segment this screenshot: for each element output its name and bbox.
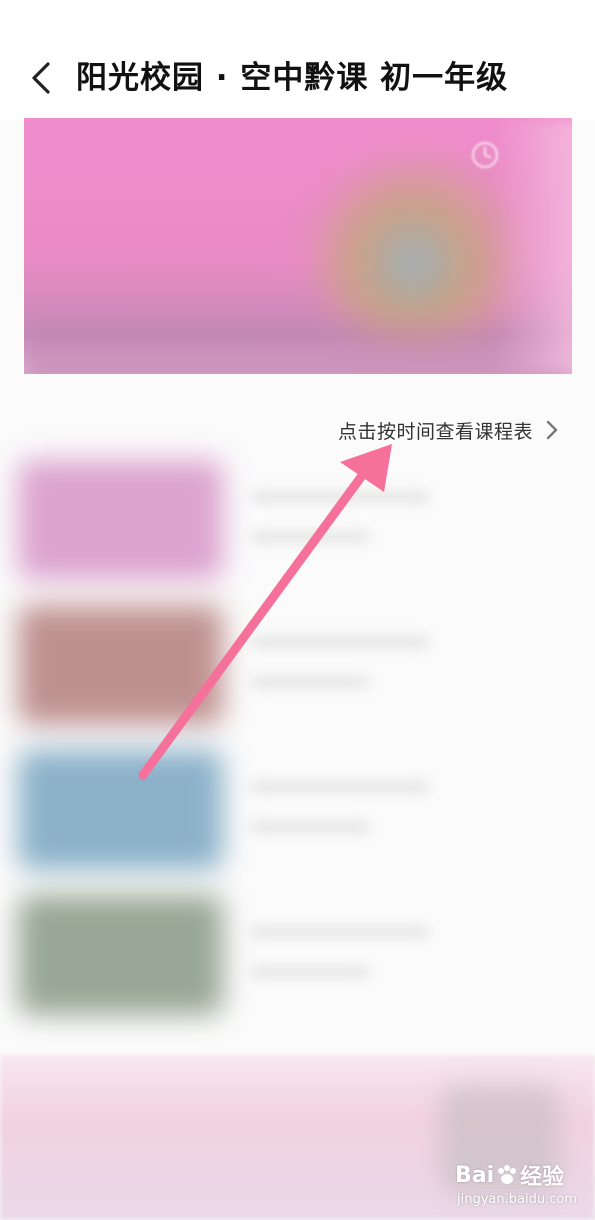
course-subtitle-placeholder xyxy=(250,530,370,544)
course-thumbnail xyxy=(18,750,223,870)
page-title: 阳光校园 · 空中黔课 初一年级 xyxy=(76,60,509,96)
list-item[interactable] xyxy=(0,740,595,880)
watermark-brand-right: 经验 xyxy=(520,1165,565,1190)
course-list xyxy=(0,450,595,1050)
course-title-placeholder xyxy=(250,490,430,504)
list-item[interactable] xyxy=(0,595,595,735)
course-thumbnail xyxy=(18,895,223,1015)
promo-banner[interactable] xyxy=(24,118,572,374)
paw-icon xyxy=(498,1165,517,1184)
watermark-logo: Bai 经验 xyxy=(455,1158,564,1192)
list-item[interactable] xyxy=(0,450,595,590)
course-thumbnail xyxy=(18,460,223,580)
course-title-placeholder xyxy=(250,925,430,939)
course-subtitle-placeholder xyxy=(250,965,370,979)
banner-edge xyxy=(494,118,572,374)
view-schedule-link[interactable]: 点击按时间查看课程表 xyxy=(338,414,561,446)
watermark-brand-left: Bai xyxy=(455,1162,495,1188)
course-subtitle-placeholder xyxy=(250,820,370,834)
back-button[interactable] xyxy=(22,58,62,98)
baidu-jingyan-watermark: Bai 经验 jingyan.baidu.com xyxy=(455,1158,577,1208)
app-header: 阳光校园 · 空中黔课 初一年级 xyxy=(0,0,595,120)
watermark-url: jingyan.baidu.com xyxy=(457,1192,577,1207)
clock-icon xyxy=(471,141,499,169)
course-title-placeholder xyxy=(250,635,430,649)
course-title-placeholder xyxy=(250,780,430,794)
chevron-left-icon xyxy=(32,62,50,94)
banner-shade xyxy=(24,308,572,374)
chevron-right-icon xyxy=(546,420,558,440)
course-subtitle-placeholder xyxy=(250,675,370,689)
view-schedule-label: 点击按时间查看课程表 xyxy=(338,420,534,443)
course-thumbnail xyxy=(18,605,223,725)
list-item[interactable] xyxy=(0,885,595,1025)
